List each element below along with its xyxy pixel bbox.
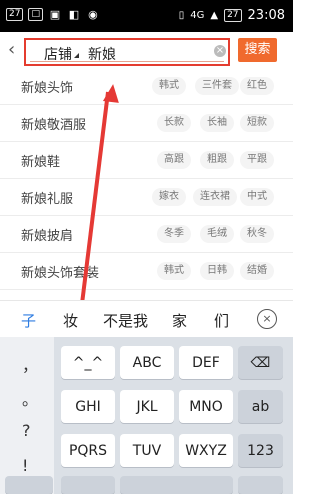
delete-icon[interactable]: ⌫ <box>238 346 283 379</box>
key-tuv[interactable]: TUV <box>120 434 174 467</box>
punct-comma[interactable]: ， <box>22 352 38 376</box>
clear-icon[interactable]: × <box>214 45 226 57</box>
key-def[interactable]: DEF <box>179 346 233 379</box>
key-emoji[interactable] <box>61 476 115 494</box>
back-icon[interactable]: ‹ <box>8 39 15 60</box>
suggestion-title[interactable]: 新娘敬酒服 <box>21 114 86 133</box>
ime-candidate[interactable]: 妆 <box>63 310 78 331</box>
key-jkl[interactable]: JKL <box>120 390 174 423</box>
key-123[interactable]: 123 <box>238 434 283 467</box>
suggestion-title[interactable]: 新娘鞋 <box>21 151 60 170</box>
suggestion-tag[interactable]: 长款 <box>157 114 191 132</box>
annotation-arrow-head <box>102 83 122 103</box>
keyboard: ， 。 ? ! ^_^ ABC DEF ⌫ GHI JKL MNO ab PQR… <box>0 337 293 494</box>
suggestion-tag[interactable]: 高跟 <box>157 151 191 169</box>
key-abc[interactable]: ABC <box>120 346 174 379</box>
suggestion-tag[interactable]: 短款 <box>240 114 274 132</box>
status-left: 27 □ ▣ ◧ ◉ <box>6 8 100 21</box>
punctuation-column: ， 。 ? ! <box>0 337 54 494</box>
suggestion-tag[interactable]: 中式 <box>240 188 274 206</box>
suggestion-tag[interactable]: 日韩 <box>200 262 234 280</box>
ime-candidate-bar: 子 妆 不是我 家 们 × <box>0 300 293 338</box>
key-emoticon[interactable]: ^_^ <box>61 346 115 379</box>
image-icon: ▣ <box>49 7 61 21</box>
network-label: 4G <box>190 10 205 21</box>
ime-candidate[interactable]: 们 <box>214 310 229 331</box>
suggestion-tag[interactable]: 结婚 <box>240 262 274 280</box>
key-wxyz[interactable]: WXYZ <box>179 434 233 467</box>
key-pqrs[interactable]: PQRS <box>61 434 115 467</box>
suggestion-tag[interactable]: 平跟 <box>240 151 274 169</box>
input-underline <box>30 61 224 62</box>
network-icon: ▲ <box>210 10 219 21</box>
clock: 23:08 <box>247 8 285 23</box>
suggestion-title[interactable]: 新娘披肩 <box>21 225 73 244</box>
ime-candidate[interactable]: 家 <box>172 310 187 331</box>
suggestion-tag[interactable]: 连衣裙 <box>193 188 237 206</box>
notification-badge: 27 <box>6 8 24 21</box>
notification-badge-square: □ <box>28 8 43 21</box>
status-right: ▯ 4G ▲ 27 23:08 <box>179 8 285 23</box>
suggestion-tag[interactable]: 三件套 <box>195 77 239 95</box>
suggestion-row[interactable]: 新娘礼服 嫁衣 连衣裙 中式 <box>0 179 293 216</box>
space-key[interactable] <box>120 476 233 494</box>
search-header: ‹ 店铺 新娘 × 搜索 <box>0 32 293 68</box>
battery-indicator: 27 <box>224 9 242 22</box>
suggestion-tag[interactable]: 嫁衣 <box>152 188 186 206</box>
suggestion-tag[interactable]: 红色 <box>240 77 274 95</box>
punct-period[interactable]: 。 <box>22 386 38 410</box>
suggestion-title[interactable]: 新娘礼服 <box>21 188 73 207</box>
key-mno[interactable]: MNO <box>179 390 233 423</box>
suggestion-row[interactable]: 新娘鞋 高跟 粗跟 平跟 <box>0 142 293 179</box>
suggestion-tag[interactable]: 冬季 <box>157 225 191 243</box>
suggestion-row[interactable]: 新娘头饰 韩式 三件套 红色 <box>0 68 293 105</box>
suggestion-tag[interactable]: 粗跟 <box>200 151 234 169</box>
search-box[interactable]: 店铺 新娘 × <box>24 38 230 66</box>
key-symbol[interactable] <box>5 476 53 494</box>
close-icon[interactable]: × <box>257 309 277 329</box>
vibrate-icon: ▯ <box>178 10 185 21</box>
wifi-icon: ◉ <box>88 7 98 21</box>
suggestion-row[interactable]: 新娘披肩 冬季 毛绒 秋冬 <box>0 216 293 253</box>
key-ab[interactable]: ab <box>238 390 283 423</box>
suggestion-tag[interactable]: 秋冬 <box>240 225 274 243</box>
suggestion-tag[interactable]: 韩式 <box>157 262 191 280</box>
suggestion-row[interactable]: 新娘敬酒服 长款 长袖 短款 <box>0 105 293 142</box>
key-ghi[interactable]: GHI <box>61 390 115 423</box>
punct-exclamation[interactable]: ! <box>22 456 28 475</box>
suggestion-list: 新娘头饰 韩式 三件套 红色 新娘敬酒服 长款 长袖 短款 新娘鞋 高跟 粗跟 … <box>0 68 293 290</box>
suggestion-tag[interactable]: 韩式 <box>152 77 186 95</box>
bag-icon: ◧ <box>68 7 80 21</box>
suggestion-tag[interactable]: 毛绒 <box>200 225 234 243</box>
status-bar: 27 □ ▣ ◧ ◉ ▯ 4G ▲ 27 23:08 <box>0 0 293 32</box>
suggestion-tag[interactable]: 长袖 <box>200 114 234 132</box>
suggestion-row[interactable]: 新娘头饰套装 韩式 日韩 结婚 <box>0 253 293 290</box>
enter-key[interactable] <box>238 476 283 494</box>
ime-candidate[interactable]: 不是我 <box>103 310 148 331</box>
suggestion-title[interactable]: 新娘头饰 <box>21 77 73 96</box>
scope-dropdown-icon[interactable] <box>74 53 79 58</box>
punct-question[interactable]: ? <box>22 421 31 440</box>
ime-candidate[interactable]: 子 <box>21 310 36 331</box>
search-button[interactable]: 搜索 <box>238 38 277 62</box>
